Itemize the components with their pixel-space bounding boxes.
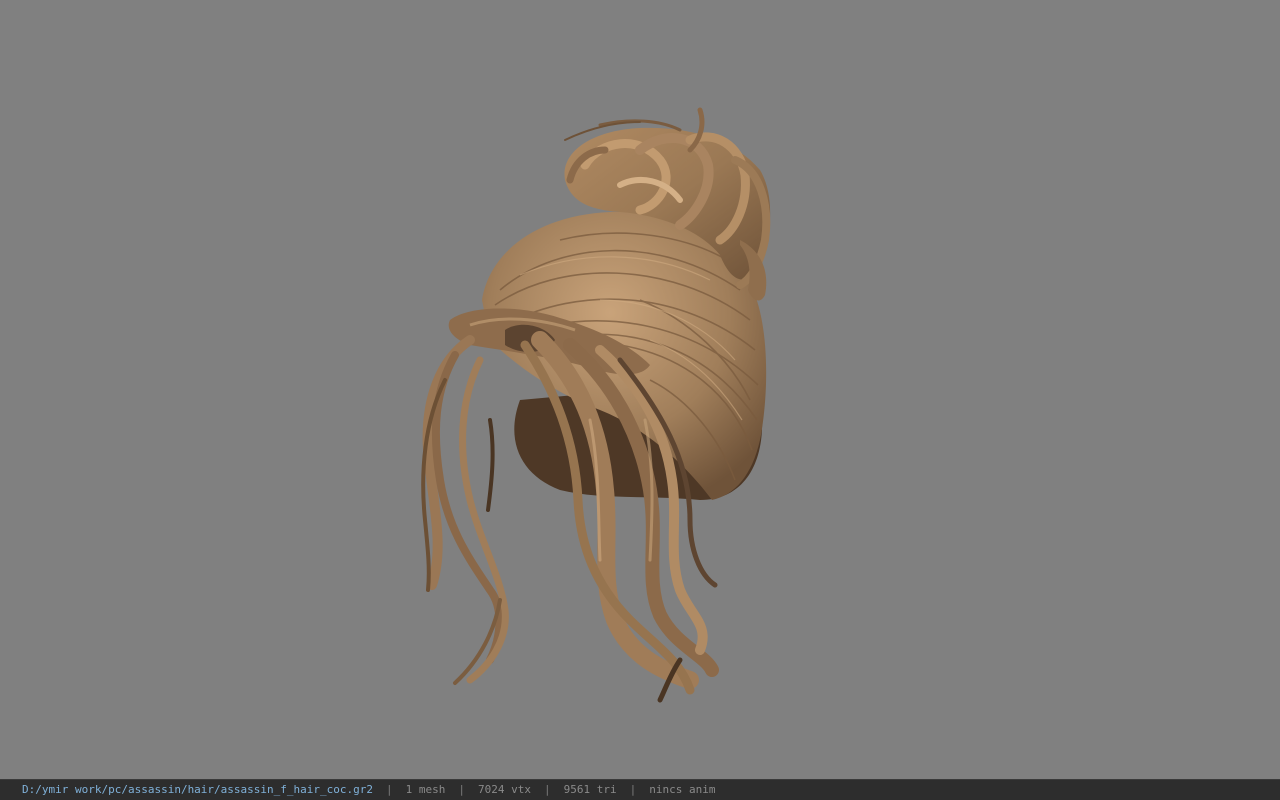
hair-model xyxy=(421,107,771,703)
separator: | xyxy=(543,783,551,796)
left-strands xyxy=(421,335,509,685)
vertex-count: 7024 vtx xyxy=(478,783,531,796)
separator: | xyxy=(458,783,465,796)
status-bar: D:/ymir work/pc/assassin/hair/assassin_f… xyxy=(0,779,1280,800)
animation-status: nincs anim xyxy=(649,783,716,796)
file-path: D:/ymir work/pc/assassin/hair/assassin_f… xyxy=(22,783,373,796)
separator: | xyxy=(629,783,637,796)
3d-viewport[interactable] xyxy=(0,0,1280,779)
separator: | xyxy=(386,783,393,796)
triangle-count: 9561 tri xyxy=(563,783,617,796)
mesh-count: 1 mesh xyxy=(405,783,446,796)
